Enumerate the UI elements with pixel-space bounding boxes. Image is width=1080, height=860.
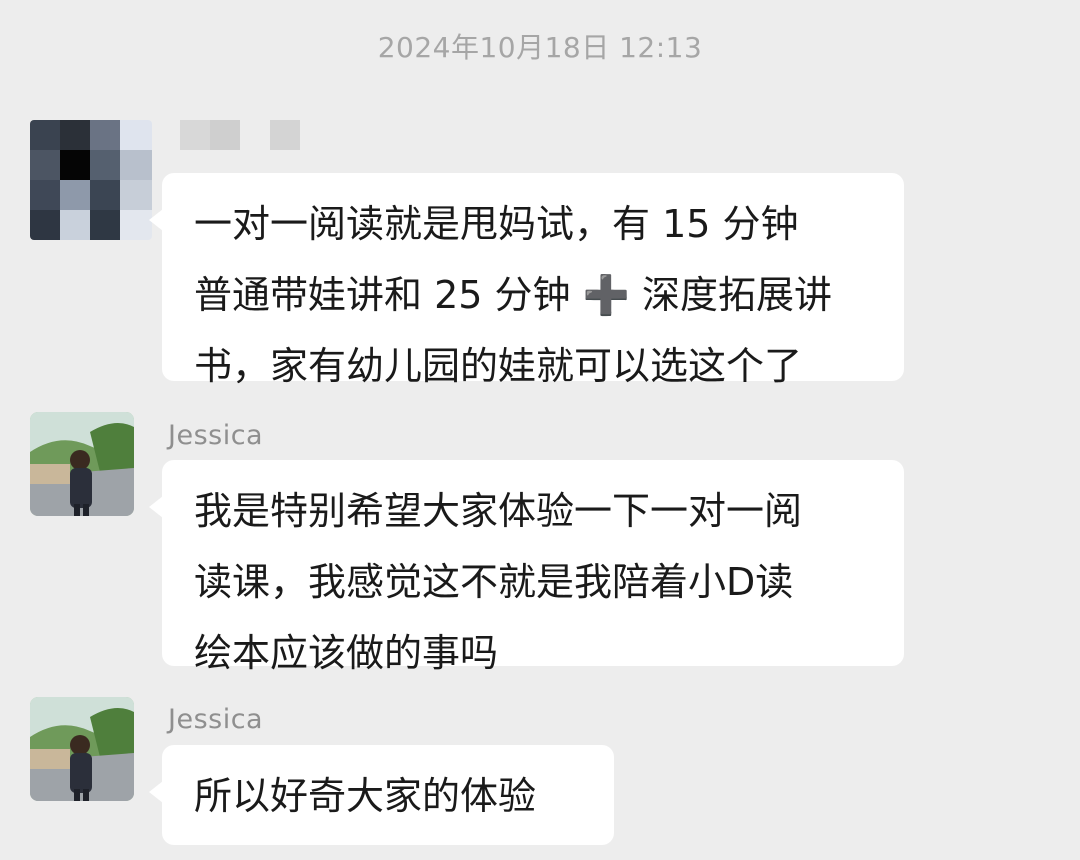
message-line: 所以好奇大家的体验: [194, 774, 537, 818]
jessica-avatar[interactable]: [30, 412, 134, 516]
avatar-photo-icon: [30, 697, 134, 801]
message-bubble[interactable]: 所以好奇大家的体验: [149, 745, 614, 845]
message-line: 我是特别希望大家体验一下一对一阅: [194, 489, 803, 533]
message-line: 绘本应该做的事吗: [194, 631, 499, 675]
message-line: 读课，我感觉这不就是我陪着小D读: [194, 560, 794, 604]
avatar-photo-icon: [30, 412, 134, 516]
message-bubble[interactable]: 一对一阅读就是甩妈试，有 15 分钟 普通带娃讲和 25 分钟 ➕ 深度拓展讲 …: [149, 173, 904, 388]
sender-avatar-blurred[interactable]: [30, 120, 152, 240]
message-bubble[interactable]: 我是特别希望大家体验一下一对一阅 读课，我感觉这不就是我陪着小D读 绘本应该做的…: [149, 460, 904, 675]
message-line: 书，家有幼儿园的娃就可以选这个了: [194, 344, 803, 388]
sender-name: Jessica: [168, 420, 264, 451]
chat-timestamp: 2024年10月18日 12:13: [377, 31, 703, 64]
message-line: 一对一阅读就是甩妈试，有 15 分钟: [194, 202, 799, 246]
jessica-avatar[interactable]: [30, 697, 134, 801]
sender-name: Jessica: [168, 704, 264, 735]
message-line: 普通带娃讲和 25 分钟 ➕ 深度拓展讲: [194, 273, 832, 317]
